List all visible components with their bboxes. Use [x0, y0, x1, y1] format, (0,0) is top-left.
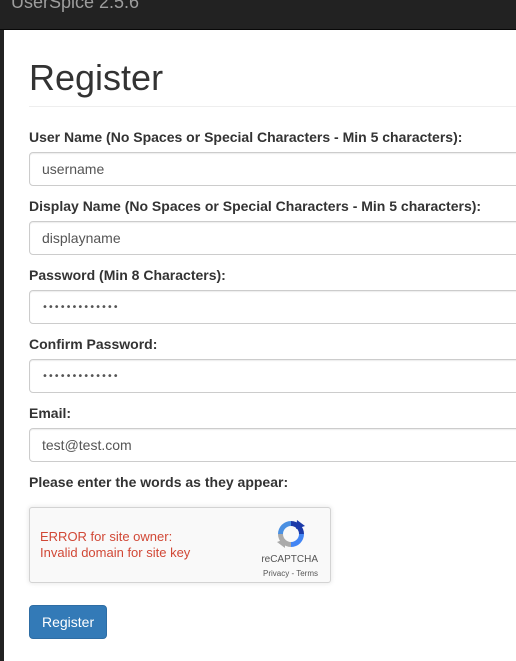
captcha-error-message: ERROR for site owner: Invalid domain for…	[40, 529, 190, 561]
recaptcha-links: Privacy - Terms	[263, 569, 318, 579]
confirm-password-input[interactable]	[29, 359, 516, 393]
captcha-prompt: Please enter the words as they appear:	[29, 474, 289, 490]
captcha-error-line2: Invalid domain for site key	[40, 545, 191, 560]
recaptcha-logo-icon	[277, 520, 305, 548]
email-input[interactable]	[29, 428, 516, 462]
captcha-error-line1: ERROR for site owner:	[40, 529, 173, 544]
password-input[interactable]	[29, 290, 516, 324]
page-title: Register	[29, 57, 164, 98]
navbar: UserSpice 2.5.6	[0, 0, 516, 30]
username-label: User Name (No Spaces or Special Characte…	[29, 129, 463, 145]
main-content: Register User Name (No Spaces or Special…	[4, 30, 516, 661]
password-label: Password (Min 8 Characters):	[29, 267, 226, 283]
recaptcha-widget[interactable]: ERROR for site owner: Invalid domain for…	[29, 507, 331, 583]
display-name-input[interactable]	[29, 221, 516, 255]
display-name-label: Display Name (No Spaces or Special Chara…	[29, 198, 482, 214]
title-divider	[29, 106, 516, 107]
register-button[interactable]: Register	[29, 605, 108, 639]
username-input[interactable]	[29, 152, 516, 186]
recaptcha-privacy-link[interactable]: Privacy	[263, 569, 289, 578]
email-label: Email:	[29, 405, 72, 421]
recaptcha-terms-link[interactable]: Terms	[296, 569, 318, 578]
recaptcha-brand: reCAPTCHA	[261, 554, 318, 565]
confirm-password-label: Confirm Password:	[29, 336, 158, 352]
navbar-brand[interactable]: UserSpice 2.5.6	[11, 0, 139, 12]
